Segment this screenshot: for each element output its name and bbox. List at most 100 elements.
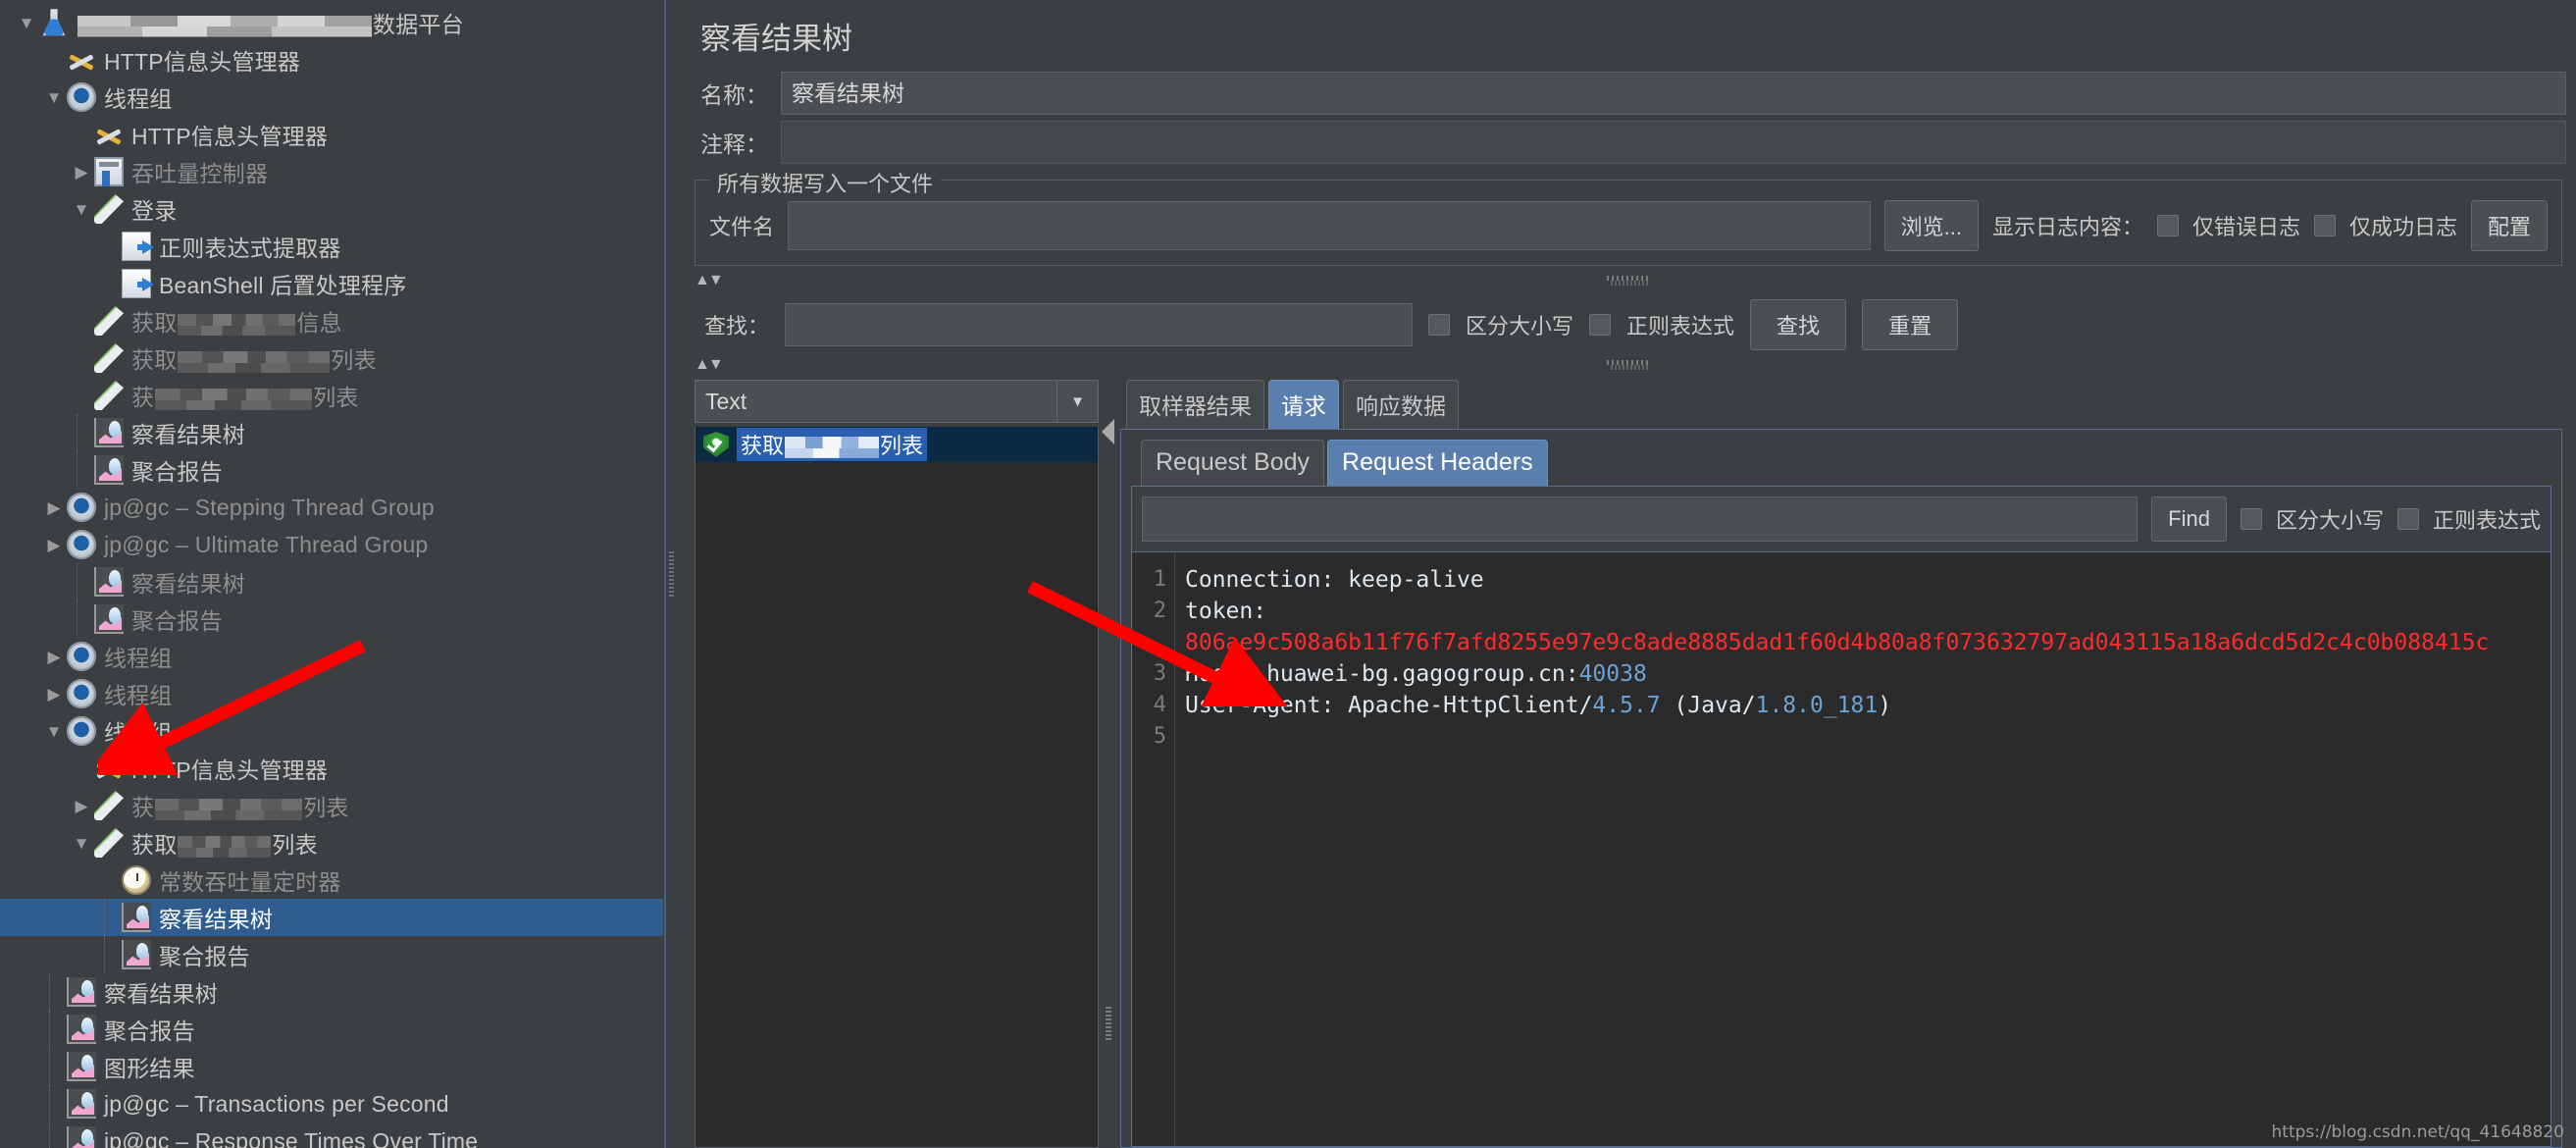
tree-item[interactable]: ▶ 线程组 [0, 675, 663, 712]
detail-tabs[interactable]: 取样器结果 请求 响应数据 [1120, 380, 2562, 429]
collapse-arrows-icon-2[interactable]: ▲▼ [695, 357, 724, 373]
search-reset-button[interactable]: 重置 [1862, 299, 1959, 350]
search-find-button[interactable]: 查找 [1750, 299, 1847, 350]
chevron-right-icon[interactable]: ▶ [69, 164, 94, 181]
code-segment: token: [1185, 599, 1267, 624]
request-subtab[interactable]: Request Headers [1327, 440, 1548, 486]
results-splitter-grip[interactable] [1106, 1007, 1111, 1040]
errors-only-checkbox[interactable] [2156, 215, 2179, 236]
tree-item[interactable]: 聚合报告 [0, 451, 663, 489]
code-segment: 1.8.0_181 [1755, 693, 1879, 718]
configure-button[interactable]: 配置 [2470, 200, 2548, 251]
tree-item[interactable]: 常数吞吐量定时器 [0, 861, 663, 899]
tree-item-label: 察看结果树 [131, 422, 245, 447]
find-regex-checkbox[interactable] [2396, 508, 2419, 530]
find-button[interactable]: Find [2151, 496, 2227, 542]
tree-item[interactable]: 察看结果树 [0, 899, 663, 936]
sampler-results-list[interactable]: 获取 列表 [695, 427, 1099, 1148]
chevron-right-icon[interactable]: ▶ [69, 798, 94, 814]
chevron-down-icon[interactable]: ▼ [1056, 381, 1098, 422]
tree-item[interactable]: ▶ 线程组 [0, 638, 663, 675]
tree-item[interactable]: 图形结果 [0, 1048, 663, 1085]
request-tab-body: Request Body Request Headers Find 区分大小写 正… [1120, 429, 2562, 1148]
request-headers-view[interactable]: 1 2 3 4 5 Connection: keep-alive token: 806ae… [1131, 551, 2551, 1147]
tree-item[interactable]: ▶ 吞吐量控制器 [0, 153, 663, 190]
search-regex-checkbox[interactable] [1589, 314, 1612, 336]
resize-dots-icon[interactable] [1607, 276, 1650, 286]
tree-item[interactable]: HTTP信息头管理器 [0, 750, 663, 787]
tree-item[interactable]: ▼ 获取 列表 [0, 824, 663, 861]
tree-item[interactable]: ▼ 数据平台 [0, 4, 663, 41]
tree-item[interactable]: 正则表达式提取器 [0, 228, 663, 265]
resize-dots-icon-2[interactable] [1607, 360, 1650, 370]
redaction-mosaic [155, 798, 303, 820]
renderer-select[interactable]: Text ▼ [695, 380, 1099, 423]
chevron-down-icon[interactable]: ▼ [69, 201, 94, 218]
find-input[interactable] [1142, 496, 2138, 542]
chevron-down-icon[interactable]: ▼ [69, 835, 94, 852]
find-bar: Find 区分大小写 正则表达式 [1131, 486, 2551, 551]
main-splitter[interactable] [663, 0, 681, 1148]
collapse-left-triangle-icon[interactable] [1102, 419, 1114, 444]
request-subtabs[interactable]: Request Body Request Headers [1131, 440, 2551, 486]
tree-guide-line [104, 899, 105, 936]
tools-icon [67, 45, 96, 75]
tree-item[interactable]: ▶ jp@gc – Stepping Thread Group [0, 489, 663, 526]
tree-item[interactable]: 聚合报告 [0, 1011, 663, 1048]
test-plan-tree[interactable]: ▼ 数据平台 HTTP信息头管理器 ▼ 线程组 HTTP信息头管理器 ▶ 吞吐量控制器 ▼ 登录正… [0, 0, 663, 1148]
tree-item[interactable]: 获取 列表 [0, 339, 663, 377]
chevron-down-icon[interactable]: ▼ [14, 15, 39, 31]
request-headers-text[interactable]: Connection: keep-alive token: 806ae9c508a6… [1175, 552, 2550, 1146]
chart-icon [67, 1052, 96, 1081]
chevron-down-icon[interactable]: ▼ [41, 89, 67, 106]
chevron-right-icon[interactable]: ▶ [41, 649, 67, 665]
chevron-right-icon[interactable]: ▶ [41, 537, 67, 553]
chevron-right-icon[interactable]: ▶ [41, 686, 67, 703]
detail-tab[interactable]: 取样器结果 [1126, 380, 1264, 429]
tree-item[interactable]: 聚合报告 [0, 600, 663, 638]
collapse-arrows-icon[interactable]: ▲▼ [695, 273, 724, 288]
code-segment: (Java/ [1660, 693, 1756, 718]
search-case-sensitive-checkbox[interactable] [1428, 314, 1451, 336]
detail-tab[interactable]: 请求 [1268, 380, 1339, 429]
success-only-checkbox[interactable] [2313, 215, 2336, 236]
list-item[interactable]: 获取 列表 [696, 427, 1098, 462]
tree-item[interactable]: ▼ 登录 [0, 190, 663, 228]
tree-item[interactable]: HTTP信息头管理器 [0, 116, 663, 153]
detail-tab[interactable]: 响应数据 [1343, 380, 1459, 429]
results-splitter[interactable] [1099, 380, 1120, 1148]
tree-item-label: 线程组 [104, 86, 173, 112]
chevron-down-icon[interactable]: ▼ [41, 723, 67, 740]
tree-item[interactable]: 获 列表 [0, 377, 663, 414]
tree-item[interactable]: 察看结果树 [0, 414, 663, 451]
search-input[interactable] [785, 303, 1414, 346]
collapse-bar-bottom[interactable]: ▲▼ [695, 354, 2562, 376]
tree-item[interactable]: ▼ 线程组 [0, 78, 663, 116]
page-title: 察看结果树 [700, 22, 852, 56]
tree-item[interactable]: ▶ jp@gc – Ultimate Thread Group [0, 526, 663, 563]
tree-item[interactable]: jp@gc – Response Times Over Time [0, 1122, 663, 1148]
pen-icon [94, 791, 124, 820]
browse-button[interactable]: 浏览... [1883, 200, 1979, 251]
splitter-grip[interactable] [669, 551, 674, 597]
find-case-sensitive-checkbox[interactable] [2240, 508, 2262, 530]
chart-icon [94, 567, 124, 597]
collapse-bar-top[interactable]: ▲▼ [695, 270, 2562, 291]
tree-item[interactable]: 察看结果树 [0, 563, 663, 600]
comment-input[interactable] [781, 121, 2566, 164]
tree-item[interactable]: ▶ 获 列表 [0, 787, 663, 824]
tree-item[interactable]: ▼ 线程组 [0, 712, 663, 750]
tree-item[interactable]: HTTP信息头管理器 [0, 41, 663, 78]
name-input[interactable]: 察看结果树 [781, 72, 2566, 115]
tree-item[interactable]: jp@gc – Transactions per Second [0, 1085, 663, 1122]
tree-item[interactable]: BeanShell 后置处理程序 [0, 265, 663, 302]
filename-input[interactable] [788, 201, 1871, 250]
tree-item[interactable]: 察看结果树 [0, 973, 663, 1011]
tree-item[interactable]: 获取 信息 [0, 302, 663, 339]
filename-label: 文件名 [709, 215, 775, 239]
tree-item[interactable]: 聚合报告 [0, 936, 663, 973]
chevron-right-icon[interactable]: ▶ [41, 499, 67, 516]
tree-item-label: 获取 信息 [131, 304, 342, 338]
request-subtab[interactable]: Request Body [1141, 440, 1325, 486]
tree-item-label: BeanShell 后置处理程序 [159, 273, 407, 298]
